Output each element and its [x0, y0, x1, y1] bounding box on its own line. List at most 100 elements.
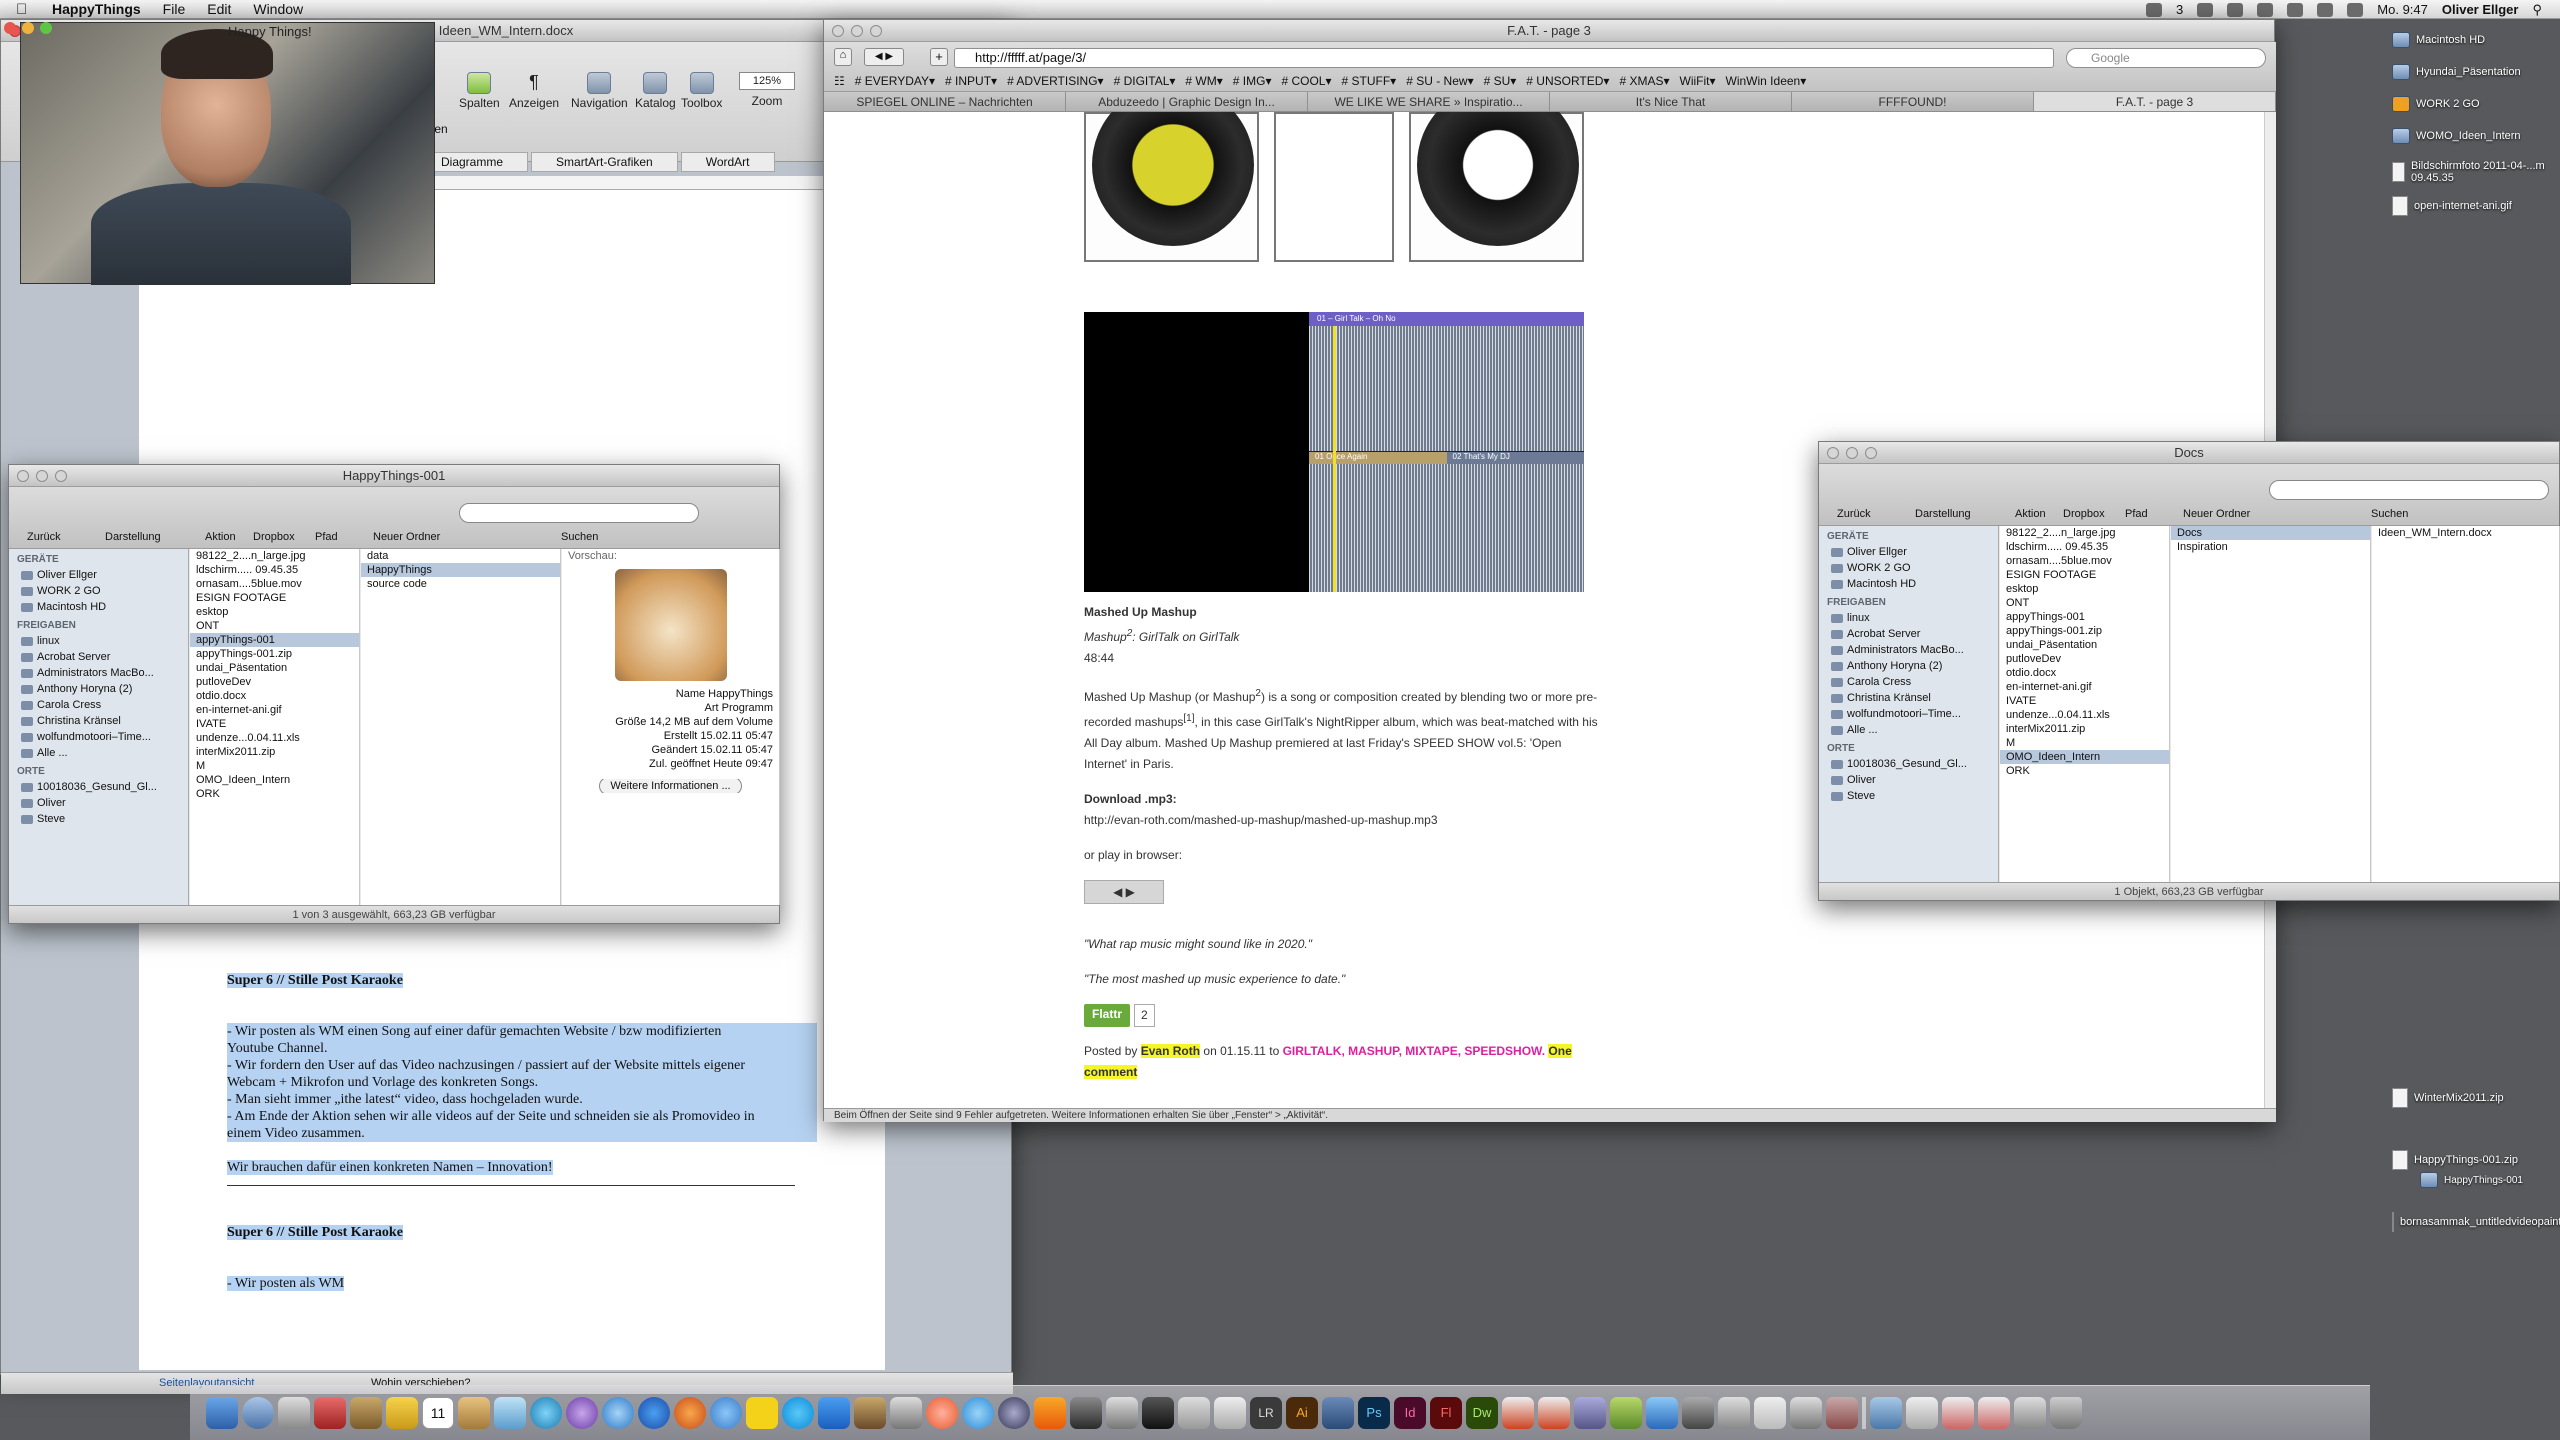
bookmark-item[interactable]: # STUFF▾ [1342, 74, 1397, 88]
label-pfad[interactable]: Pfad [2125, 508, 2148, 520]
folder-item[interactable]: Inspiration [2171, 540, 2370, 554]
sidebar-item[interactable]: Acrobat Server [9, 649, 188, 665]
tab-abduzeedo[interactable]: Abduzeedo | Graphic Design In... [1066, 92, 1308, 111]
file-item[interactable]: appyThings-001 [190, 633, 359, 647]
desktop-icon[interactable]: WORK 2 GO [2392, 96, 2480, 112]
aperture-dock-icon[interactable] [890, 1397, 922, 1429]
toolbar-anzeigen[interactable]: ¶ Anzeigen [509, 72, 559, 110]
desktop-icon[interactable]: WOMO_Ideen_Intern [2392, 128, 2521, 144]
file-item[interactable]: appyThings-001.zip [190, 647, 359, 661]
sidebar-item[interactable]: Acrobat Server [1819, 626, 1998, 642]
garageband-dock-icon[interactable] [854, 1397, 886, 1429]
sidebar-item[interactable]: Administrators MacBo... [9, 665, 188, 681]
file-item[interactable]: ldschirm..... 09.45.35 [190, 563, 359, 577]
folder-item[interactable]: HappyThings [361, 563, 560, 577]
audio-player[interactable]: ◀ ▶ [1084, 880, 1164, 904]
search-field[interactable]: Google [2066, 48, 2266, 68]
file-item[interactable]: ESIGN FOOTAGE [190, 591, 359, 605]
minimize-button[interactable] [851, 25, 863, 37]
folder-item[interactable]: source code [361, 577, 560, 591]
file-item[interactable]: IVATE [2000, 694, 2169, 708]
toolbar-zoom[interactable]: 125% Zoom [739, 72, 795, 108]
app-dock-icon[interactable] [1718, 1397, 1750, 1429]
happythings-dock-icon[interactable] [350, 1397, 382, 1429]
bookmark-item[interactable]: # INPUT▾ [945, 74, 997, 88]
file-item[interactable]: en-internet-ani.gif [190, 703, 359, 717]
file-item[interactable]: ORK [2000, 764, 2169, 778]
tab-itsnicethat[interactable]: It's Nice That [1550, 92, 1792, 111]
file-item[interactable]: undai_Päsentation [190, 661, 359, 675]
desktop-icon[interactable]: open-internet-ani.gif [2392, 196, 2512, 216]
sidebar-item[interactable]: Administrators MacBo... [1819, 642, 1998, 658]
file-item[interactable]: otdio.docx [2000, 666, 2169, 680]
sidebar-item[interactable]: Steve [1819, 788, 1998, 804]
menu-file[interactable]: File [163, 1, 186, 17]
menu-edit[interactable]: Edit [207, 1, 231, 17]
bookmark-item[interactable]: WiiFit▾ [1680, 74, 1716, 88]
clock[interactable]: Mo. 9:47 [2377, 2, 2428, 17]
home-icon[interactable]: ⌂ [834, 48, 852, 66]
bookmark-item[interactable]: # WM▾ [1185, 74, 1222, 88]
download-link[interactable]: http://evan-roth.com/mashed-up-mashup/ma… [1084, 810, 1604, 831]
finder-search-input[interactable] [459, 503, 699, 523]
sidebar-item[interactable]: WORK 2 GO [9, 583, 188, 599]
app-dock-icon[interactable] [1682, 1397, 1714, 1429]
label-zurueck[interactable]: Zurück [1837, 508, 1871, 520]
sidebar-item[interactable]: Carola Cress [9, 697, 188, 713]
bookmarks-icon[interactable]: ☷ [834, 74, 845, 88]
utility-dock-icon[interactable] [1574, 1397, 1606, 1429]
volume-icon[interactable] [2317, 2, 2334, 17]
pdf-stack-icon[interactable] [1978, 1397, 2010, 1429]
acrobat-distiller-dock-icon[interactable] [1538, 1397, 1570, 1429]
tab-fat[interactable]: F.A.T. - page 3 [2034, 92, 2276, 111]
illustrator-dock-icon[interactable]: Ai [1286, 1397, 1318, 1429]
label-neuer-ordner[interactable]: Neuer Ordner [373, 531, 440, 543]
file-item[interactable]: undenze...0.04.11.xls [2000, 708, 2169, 722]
menu-window[interactable]: Window [253, 1, 303, 17]
file-item[interactable]: putloveDev [190, 675, 359, 689]
close-button[interactable] [1827, 447, 1839, 459]
downloads-stack-icon[interactable] [1870, 1397, 1902, 1429]
app-dock-icon[interactable] [1790, 1397, 1822, 1429]
minimize-button[interactable] [36, 470, 48, 482]
sync-icon[interactable] [2197, 2, 2214, 17]
dreamweaver-dock-icon[interactable]: Dw [1466, 1397, 1498, 1429]
flash-dock-icon[interactable]: Fl [1430, 1397, 1462, 1429]
desktop-icon[interactable]: Bildschirmfoto 2011-04-...m 09.45.35 [2392, 160, 2552, 184]
globe-dock-icon[interactable] [530, 1397, 562, 1429]
close-button[interactable] [832, 25, 844, 37]
finalcut-dock-icon[interactable] [1070, 1397, 1102, 1429]
file-item[interactable]: ldschirm..... 09.45.35 [2000, 540, 2169, 554]
spotlight-icon[interactable]: ⚲ [2532, 2, 2542, 18]
acrobat-dock-icon[interactable] [1502, 1397, 1534, 1429]
happythings-zoom[interactable] [40, 22, 52, 34]
file-item[interactable]: appyThings-001 [2000, 610, 2169, 624]
file-item[interactable]: 98122_2....n_large.jpg [2000, 526, 2169, 540]
label-pfad[interactable]: Pfad [315, 531, 338, 543]
ichat-dock-icon[interactable] [710, 1397, 742, 1429]
itunes-dock-icon[interactable] [566, 1397, 598, 1429]
file-item[interactable]: ORK [190, 787, 359, 801]
documents-stack-icon[interactable] [1906, 1397, 1938, 1429]
author-link[interactable]: Evan Roth [1140, 1044, 1201, 1058]
calendar-dock-icon[interactable]: 11 [422, 1397, 454, 1429]
desktop-icon[interactable]: Macintosh HD [2392, 32, 2485, 48]
sidebar-item[interactable]: linux [1819, 610, 1998, 626]
battery-icon[interactable] [2347, 2, 2364, 17]
acrobat-reader-dock-icon[interactable] [1178, 1397, 1210, 1429]
trash-icon[interactable] [2050, 1397, 2082, 1429]
zoom-button[interactable] [55, 470, 67, 482]
sidebar-item[interactable]: 10018036_Gesund_Gl... [9, 779, 188, 795]
bookmark-item[interactable]: # COOL▾ [1281, 74, 1331, 88]
bridge-dock-icon[interactable] [1322, 1397, 1354, 1429]
stack-icon[interactable] [2014, 1397, 2046, 1429]
file-item[interactable]: IVATE [190, 717, 359, 731]
label-dropbox[interactable]: Dropbox [2063, 508, 2105, 520]
file-item[interactable]: ornasam....5blue.mov [2000, 554, 2169, 568]
desktop-icon[interactable]: bornasammak_untitledvideopaintin....5blu… [2392, 1212, 2560, 1232]
sidebar-item[interactable]: Macintosh HD [1819, 576, 1998, 592]
label-darstellung[interactable]: Darstellung [105, 531, 161, 543]
file-item[interactable]: ESIGN FOOTAGE [2000, 568, 2169, 582]
app-dock-icon[interactable] [1754, 1397, 1786, 1429]
zoom-button[interactable] [870, 25, 882, 37]
